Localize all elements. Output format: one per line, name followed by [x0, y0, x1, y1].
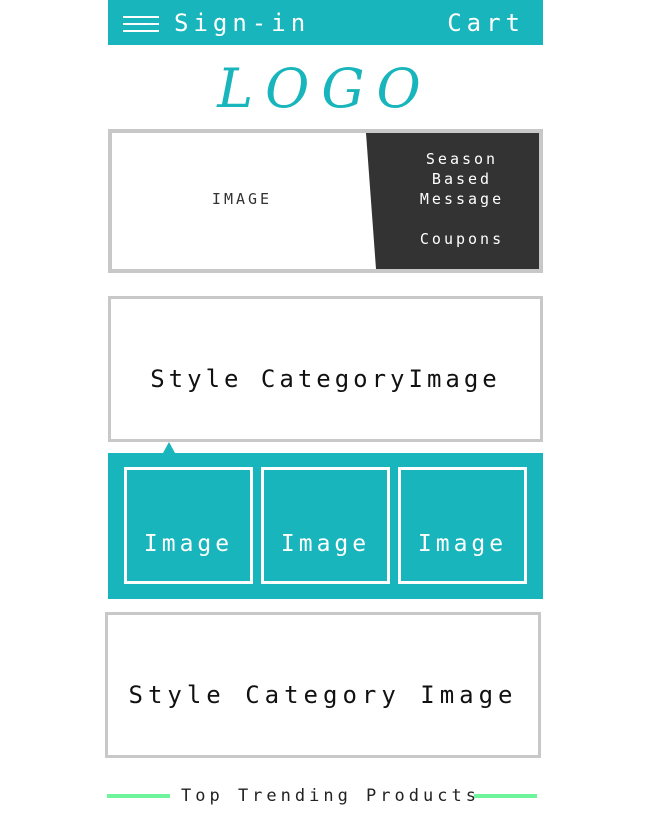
- image-gallery-strip: Image Image Image: [108, 453, 543, 599]
- gallery-image-label: Image: [280, 531, 371, 557]
- style-category-card[interactable]: Style CategoryImage: [108, 296, 543, 442]
- hamburger-menu-icon[interactable]: [123, 16, 159, 32]
- coupons-link[interactable]: Coupons: [402, 229, 522, 249]
- style-category-label: Style CategoryImage: [150, 365, 501, 393]
- style-category-card[interactable]: Style Category Image: [105, 612, 541, 758]
- hero-image-placeholder: IMAGE: [211, 190, 273, 208]
- hero-banner: IMAGE Season Based Message Coupons: [108, 129, 543, 273]
- gallery-image-label: Image: [417, 531, 508, 557]
- cart-link[interactable]: Cart: [447, 8, 525, 38]
- top-navigation-bar: Sign-in Cart: [108, 0, 543, 45]
- decorative-divider: [107, 794, 170, 798]
- gallery-image-label: Image: [143, 531, 234, 557]
- gallery-image-tile[interactable]: Image: [261, 467, 390, 584]
- gallery-image-tile[interactable]: Image: [124, 467, 253, 584]
- promo-message-line: Based: [431, 170, 493, 188]
- trending-title: Top Trending Products: [181, 786, 480, 806]
- section-pointer-icon: [163, 442, 175, 453]
- decorative-divider: [474, 794, 537, 798]
- style-category-label: Style Category Image: [128, 681, 518, 709]
- promo-message-line: Message: [419, 190, 505, 208]
- sign-in-link[interactable]: Sign-in: [174, 8, 310, 38]
- logo[interactable]: LOGO: [175, 57, 475, 121]
- gallery-image-tile[interactable]: Image: [398, 467, 527, 584]
- promo-message-line: Season: [425, 150, 499, 168]
- seasonal-promo-panel[interactable]: Season Based Message Coupons: [366, 133, 539, 269]
- top-trending-products-heading: Top Trending Products: [107, 786, 537, 806]
